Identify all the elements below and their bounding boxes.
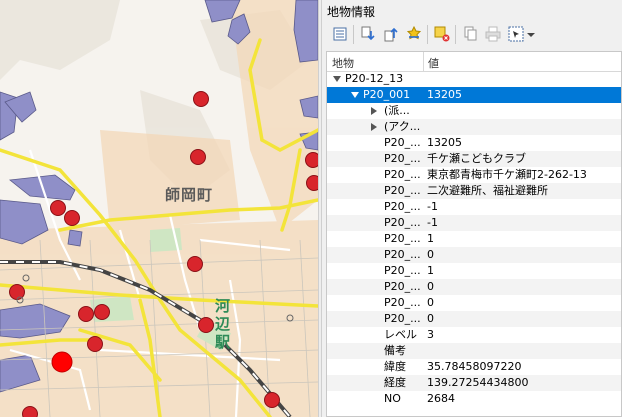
attribute-row[interactable]: P20_... 13205 — [327, 135, 621, 151]
attribute-row[interactable]: P20_... -1 — [327, 199, 621, 215]
attribute-row[interactable]: P20_... 0 — [327, 295, 621, 311]
attribute-value: 東京都青梅市千ケ瀬町2-262-13 — [427, 168, 587, 181]
attribute-key: NO — [384, 392, 401, 405]
attribute-row[interactable]: P20_... 1 — [327, 263, 621, 279]
attribute-key: P20_... — [384, 184, 421, 197]
attribute-key: P20_... — [384, 264, 421, 277]
attribute-key: P20_... — [384, 152, 421, 165]
expand-new-icon[interactable] — [383, 26, 399, 42]
attribute-value: -1 — [427, 216, 438, 229]
identify-toolbar — [328, 24, 618, 46]
group-key: (アク... — [384, 120, 421, 133]
expand-arrow-icon[interactable] — [371, 123, 377, 131]
print-icon[interactable] — [485, 26, 501, 42]
column-header-value[interactable]: 値 — [428, 55, 439, 71]
tree-feature-row[interactable]: P20_001 13205 — [327, 87, 621, 103]
attribute-value: 0 — [427, 248, 434, 261]
attribute-value: 13205 — [427, 136, 462, 149]
expand-tree-icon[interactable] — [332, 26, 348, 42]
attribute-value: 2684 — [427, 392, 455, 405]
attribute-row[interactable]: 経度 139.27254434800 — [327, 375, 621, 391]
attribute-key: 備考 — [384, 344, 406, 357]
attribute-key: レベル — [384, 328, 417, 341]
map-canvas[interactable]: 師岡町 河辺駅 — [0, 0, 318, 417]
map-label-town: 師岡町 — [165, 186, 214, 204]
layer-name: P20-12_13 — [345, 72, 404, 85]
attribute-key: P20_... — [384, 216, 421, 229]
attribute-key: P20_... — [384, 280, 421, 293]
attribute-row[interactable]: P20_... -1 — [327, 215, 621, 231]
tree-group-row[interactable]: (派... — [327, 103, 621, 119]
feature-value: 13205 — [427, 88, 462, 101]
attribute-key: 経度 — [384, 376, 406, 389]
attribute-key: P20_... — [384, 296, 421, 309]
attribute-row[interactable]: P20_... 0 — [327, 311, 621, 327]
tree-header: 地物 値 — [327, 52, 621, 72]
attribute-value: -1 — [427, 200, 438, 213]
attribute-row[interactable]: P20_... 1 — [327, 231, 621, 247]
feature-key: P20_001 — [363, 88, 411, 101]
panel-title: 地物情報 — [327, 5, 376, 19]
attribute-value: 0 — [427, 280, 434, 293]
attribute-key: P20_... — [384, 312, 421, 325]
selected-feature-point[interactable] — [51, 351, 73, 373]
highlight-icon[interactable] — [434, 26, 450, 42]
attribute-key: P20_... — [384, 232, 421, 245]
attribute-row[interactable]: レベル 3 — [327, 327, 621, 343]
attribute-value: 二次避難所、福祉避難所 — [427, 184, 548, 197]
collapse-arrow-icon[interactable] — [333, 76, 341, 82]
attribute-value: 139.27254434800 — [427, 376, 529, 389]
attribute-row[interactable]: P20_... 二次避難所、福祉避難所 — [327, 183, 621, 199]
attribute-row[interactable]: 緯度 35.78458097220 — [327, 359, 621, 375]
attribute-row[interactable]: P20_... 0 — [327, 247, 621, 263]
attribute-value: 1 — [427, 232, 434, 245]
attribute-row[interactable]: P20_... 0 — [327, 279, 621, 295]
tree-group-row[interactable]: (アク... — [327, 119, 621, 135]
copy-icon[interactable] — [462, 26, 478, 42]
collapse-all-icon[interactable] — [406, 25, 422, 42]
dropdown-icon[interactable] — [526, 26, 542, 42]
map-svg[interactable] — [0, 0, 318, 417]
collapse-arrow-icon[interactable] — [351, 92, 359, 98]
attribute-value: 1 — [427, 264, 434, 277]
identify-results-panel: 地物情報 地物 値 P20-12_13 P20_001 13205 (派... … — [322, 0, 622, 417]
attribute-key: P20_... — [384, 200, 421, 213]
group-key: (派... — [384, 104, 410, 117]
attribute-key: 緯度 — [384, 360, 406, 373]
attribute-key: P20_... — [384, 136, 421, 149]
collapse-tree-icon[interactable] — [360, 26, 376, 42]
attribute-key: P20_... — [384, 168, 421, 181]
column-header-feature[interactable]: 地物 — [332, 55, 354, 71]
attribute-row[interactable]: P20_... 東京都青梅市千ケ瀬町2-262-13 — [327, 167, 621, 183]
results-tree[interactable]: 地物 値 P20-12_13 P20_001 13205 (派... (アク..… — [326, 51, 622, 417]
attribute-row[interactable]: NO 2684 — [327, 391, 621, 407]
expand-arrow-icon[interactable] — [371, 107, 377, 115]
attribute-value: 0 — [427, 296, 434, 309]
attribute-value: 3 — [427, 328, 434, 341]
attribute-value: 35.78458097220 — [427, 360, 522, 373]
tree-layer-row[interactable]: P20-12_13 — [327, 71, 621, 87]
attribute-value: 千ケ瀬こどもクラブ — [427, 152, 526, 165]
attribute-row[interactable]: P20_... 千ケ瀬こどもクラブ — [327, 151, 621, 167]
attribute-row[interactable]: 備考 — [327, 343, 621, 359]
attribute-key: P20_... — [384, 248, 421, 261]
map-label-station: 河辺駅 — [213, 298, 231, 352]
attribute-value: 0 — [427, 312, 434, 325]
select-mode-icon[interactable] — [508, 26, 524, 42]
